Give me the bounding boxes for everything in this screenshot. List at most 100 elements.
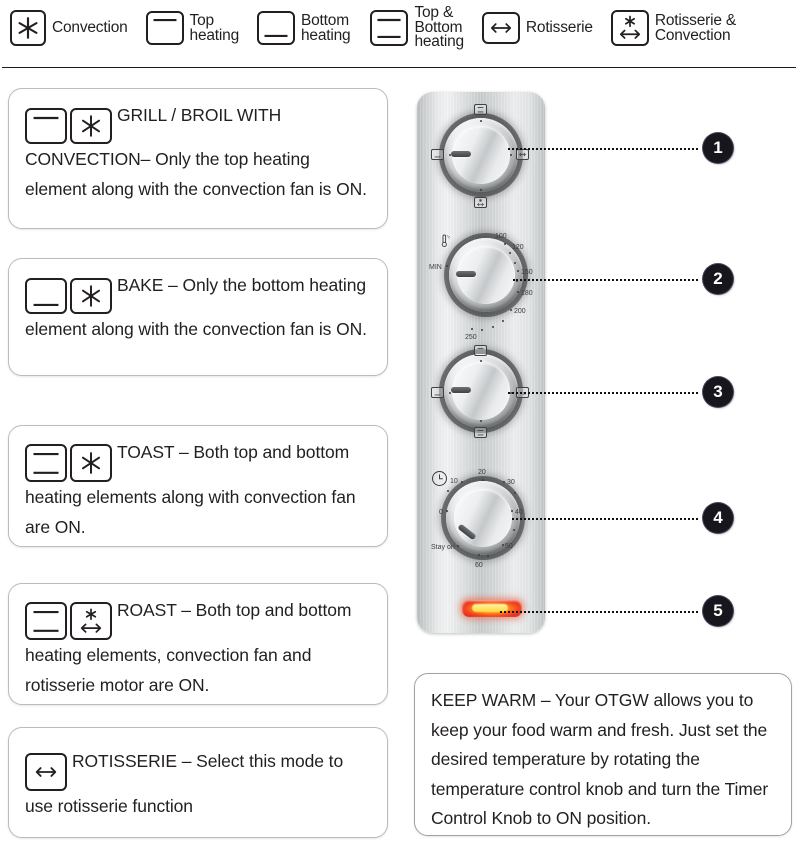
timer-stay-on-label: Stay on (431, 544, 455, 551)
legend-item-convection: Convection (10, 10, 128, 46)
knob2-pointer (456, 271, 476, 277)
mode-legend-bar: Convection Top heating Bottom heating To… (0, 0, 800, 56)
top-bottom-heating-icon (25, 443, 67, 482)
leader-line-1 (508, 148, 698, 150)
rotisserie-icon (25, 752, 67, 791)
knob3-tick-bottom (479, 420, 482, 422)
temp-dot-d (492, 326, 494, 328)
timer-dot-20 (482, 479, 484, 481)
timer-dot-stayon (457, 545, 459, 547)
mode-card-bake-icons (25, 277, 115, 314)
top-bottom-heating-icon (25, 601, 67, 640)
mode-card-toast-icons (25, 443, 115, 482)
temp-tick-250: 250 (465, 334, 477, 341)
timer-tick-10: 10 (450, 478, 458, 485)
legend-label-top-heating: Top heating (189, 12, 240, 44)
temp-dot-180 (517, 291, 519, 293)
keep-warm-card: KEEP WARM – Your OTGW allows you to keep… (414, 673, 792, 836)
legend-label-rotisserie: Rotisserie (525, 19, 593, 37)
mode-card-rotisserie-text: ROTISSERIE – Select this mode to use rot… (25, 751, 344, 816)
legend-item-rotisserie-convection: Rotisserie & Convection (610, 10, 736, 46)
top-bottom-heating-icon (474, 104, 487, 115)
legend-label-rotisserie-convection: Rotisserie & Convection (654, 12, 736, 44)
convection-icon (70, 443, 112, 482)
knob3-tick-top (479, 360, 482, 362)
timer-dot-40 (511, 510, 513, 512)
leader-line-5 (500, 611, 698, 613)
top-bottom-heating-icon (474, 427, 487, 438)
legend-item-top-heating: Top heating (145, 11, 240, 45)
knob3-tick-left (449, 392, 451, 394)
convection-icon (70, 277, 112, 314)
oven-control-panel: °c 100 120 150 180 20 0 250 MIN 20 10 30 … (417, 92, 545, 633)
temp-dot-min (446, 265, 448, 267)
temp-dot-a (514, 262, 516, 264)
top-heating-icon (474, 345, 487, 356)
rotisserie-convection-icon (474, 197, 487, 208)
temp-dot-100 (504, 243, 506, 245)
timer-tick-30: 30 (507, 479, 515, 486)
convection-icon (70, 107, 112, 144)
mode-card-toast: TOAST – Both top and bottom heating elem… (8, 425, 388, 547)
top-heating-icon (145, 11, 184, 45)
leader-line-2 (513, 279, 698, 281)
temp-dot-f (471, 328, 473, 330)
rotisserie-convection-icon (70, 601, 112, 640)
timer-tick-50: 50 (505, 543, 513, 550)
top-bottom-heating-icon (370, 10, 409, 46)
leader-line-4 (512, 518, 698, 520)
rotisserie-convection-icon (610, 10, 649, 46)
mode-card-roast-icons (25, 601, 115, 640)
legend-label-bottom-heating: Bottom heating (301, 12, 351, 44)
temp-dot-200 (510, 309, 512, 311)
temp-min-label: MIN (429, 264, 442, 271)
legend-item-bottom-heating: Bottom heating (257, 11, 351, 45)
temp-tick-180: 180 (521, 290, 533, 297)
callout-badge-3: 3 (703, 377, 733, 407)
oven-control-panel-guide: Convection Top heating Bottom heating To… (0, 0, 800, 853)
temp-tick-120: 120 (512, 244, 524, 251)
temp-tick-100: 100 (495, 233, 507, 240)
temp-dot-120 (509, 252, 511, 254)
temp-dot-c (502, 320, 504, 322)
legend-label-top-bottom-heating: Top & Bottom heating (414, 4, 464, 51)
header-divider (2, 67, 796, 68)
knob1-tick-top (479, 120, 482, 122)
bottom-heating-icon (431, 149, 444, 160)
svg-text:°c: °c (447, 235, 450, 240)
knob1-tick-right (510, 154, 512, 156)
clock-icon (431, 470, 448, 492)
legend-item-top-bottom-heating: Top & Bottom heating (370, 4, 464, 51)
timer-tick-60: 60 (475, 562, 483, 569)
knob1-pointer (451, 151, 471, 157)
timer-tick-0: 0 (439, 509, 443, 516)
timer-tick-20: 20 (478, 469, 486, 476)
temp-dot-e (481, 329, 483, 331)
temp-dot-150 (517, 270, 519, 272)
temp-tick-150: 150 (521, 269, 533, 276)
bottom-heating-icon (431, 387, 444, 398)
timer-dot-10 (461, 481, 463, 483)
callout-badge-5: 5 (703, 596, 733, 626)
timer-dot-g (447, 490, 449, 492)
mode-card-grill-broil: GRILL / BROIL WITH CONVECTION– Only the … (8, 88, 388, 229)
timer-dot-i (513, 529, 515, 531)
callout-badge-2: 2 (703, 264, 733, 294)
knob1-tick-bottom (479, 189, 482, 191)
mode-card-bake: BAKE – Only the bottom heating element a… (8, 258, 388, 376)
thermometer-icon: °c (439, 234, 451, 249)
legend-item-rotisserie: Rotisserie (481, 12, 593, 44)
rotisserie-icon (481, 12, 520, 44)
rotisserie-icon (516, 149, 529, 160)
mode-card-rotisserie-icons (25, 752, 70, 791)
top-heating-icon (25, 107, 67, 144)
timer-tick-40: 40 (515, 509, 523, 516)
timer-dot-0 (446, 510, 448, 512)
callout-badge-1: 1 (703, 133, 733, 163)
leader-line-3 (508, 392, 698, 394)
mode-card-grill-broil-icons (25, 107, 115, 144)
mode-card-rotisserie: ROTISSERIE – Select this mode to use rot… (8, 727, 388, 838)
mode-card-roast: ROAST – Both top and bottom heating elem… (8, 583, 388, 705)
bottom-heating-icon (25, 277, 67, 314)
convection-icon (10, 10, 46, 46)
